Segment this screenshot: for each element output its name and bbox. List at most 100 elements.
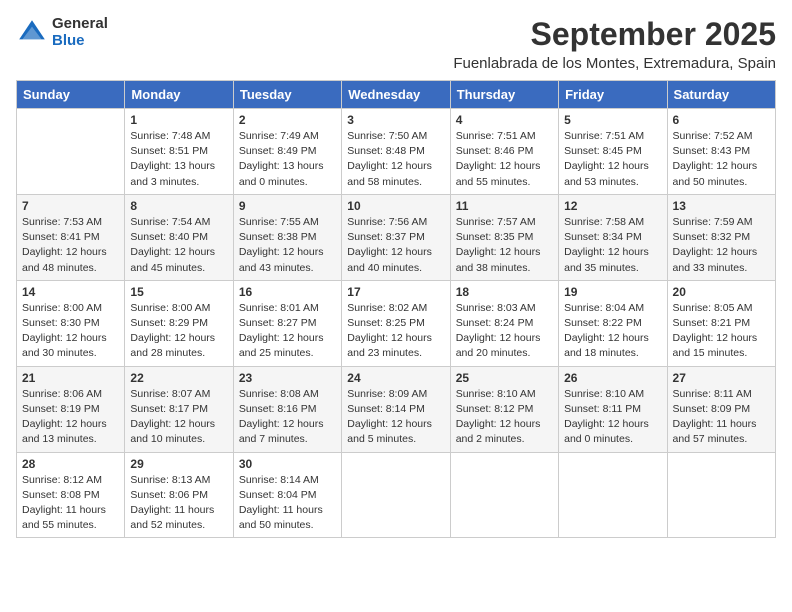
day-number: 9 bbox=[239, 199, 336, 213]
cell-content: Sunrise: 8:02 AMSunset: 8:25 PMDaylight:… bbox=[347, 301, 444, 362]
calendar-subtitle: Fuenlabrada de los Montes, Extremadura, … bbox=[453, 55, 776, 72]
calendar-cell bbox=[667, 452, 775, 538]
cell-content: Sunrise: 7:53 AMSunset: 8:41 PMDaylight:… bbox=[22, 215, 119, 276]
calendar-cell: 21Sunrise: 8:06 AMSunset: 8:19 PMDayligh… bbox=[17, 366, 125, 452]
logo-icon bbox=[16, 17, 48, 49]
day-number: 10 bbox=[347, 199, 444, 213]
calendar-cell: 12Sunrise: 7:58 AMSunset: 8:34 PMDayligh… bbox=[559, 194, 667, 280]
calendar-cell: 24 Sunrise: 8:09 AMSunset: 8:14 PMDayligh… bbox=[342, 366, 450, 452]
cell-content: Sunrise: 7:52 AMSunset: 8:43 PMDaylight:… bbox=[673, 129, 770, 190]
calendar-cell: 11 Sunrise: 7:57 AMSunset: 8:35 PMDayligh… bbox=[450, 194, 558, 280]
cell-content: Sunrise: 7:57 AMSunset: 8:35 PMDaylight:… bbox=[456, 215, 553, 276]
day-number: 17 bbox=[347, 285, 444, 299]
day-number: 12 bbox=[564, 199, 661, 213]
calendar-cell: 9 Sunrise: 7:55 AMSunset: 8:38 PMDaylight… bbox=[233, 194, 341, 280]
calendar-cell: 26Sunrise: 8:10 AMSunset: 8:11 PMDayligh… bbox=[559, 366, 667, 452]
calendar-cell: 30Sunrise: 8:14 AMSunset: 8:04 PMDayligh… bbox=[233, 452, 341, 538]
calendar-cell: 5 Sunrise: 7:51 AMSunset: 8:45 PMDaylight… bbox=[559, 109, 667, 195]
calendar-cell: 2 Sunrise: 7:49 AMSunset: 8:49 PMDaylight… bbox=[233, 109, 341, 195]
cell-content: Sunrise: 7:51 AMSunset: 8:45 PMDaylight:… bbox=[564, 129, 661, 190]
cell-content: Sunrise: 7:59 AMSunset: 8:32 PMDaylight:… bbox=[673, 215, 770, 276]
cell-content: Sunrise: 8:10 AMSunset: 8:11 PMDaylight:… bbox=[564, 387, 661, 448]
calendar-cell: 4 Sunrise: 7:51 AMSunset: 8:46 PMDaylight… bbox=[450, 109, 558, 195]
weekday-header: Sunday bbox=[17, 81, 125, 109]
calendar-cell: 16Sunrise: 8:01 AMSunset: 8:27 PMDayligh… bbox=[233, 280, 341, 366]
day-number: 30 bbox=[239, 457, 336, 471]
day-number: 7 bbox=[22, 199, 119, 213]
calendar-cell: 18 Sunrise: 8:03 AMSunset: 8:24 PMDayligh… bbox=[450, 280, 558, 366]
calendar-cell bbox=[450, 452, 558, 538]
cell-content: Sunrise: 7:50 AMSunset: 8:48 PMDaylight:… bbox=[347, 129, 444, 190]
cell-content: Sunrise: 8:08 AMSunset: 8:16 PMDaylight:… bbox=[239, 387, 336, 448]
weekday-header: Monday bbox=[125, 81, 233, 109]
calendar-cell: 15 Sunrise: 8:00 AMSunset: 8:29 PMDayligh… bbox=[125, 280, 233, 366]
cell-content: Sunrise: 7:51 AMSunset: 8:46 PMDaylight:… bbox=[456, 129, 553, 190]
calendar-cell: 8 Sunrise: 7:54 AMSunset: 8:40 PMDaylight… bbox=[125, 194, 233, 280]
cell-content: Sunrise: 8:00 AMSunset: 8:30 PMDaylight:… bbox=[22, 301, 119, 362]
weekday-header: Wednesday bbox=[342, 81, 450, 109]
calendar-cell bbox=[17, 109, 125, 195]
day-number: 13 bbox=[673, 199, 770, 213]
cell-content: Sunrise: 8:00 AMSunset: 8:29 PMDaylight:… bbox=[130, 301, 227, 362]
day-number: 11 bbox=[456, 199, 553, 213]
cell-content: Sunrise: 8:13 AMSunset: 8:06 PMDaylight:… bbox=[130, 473, 227, 534]
title-block: September 2025 Fuenlabrada de los Montes… bbox=[453, 16, 776, 72]
calendar-week-row: 28 Sunrise: 8:12 AMSunset: 8:08 PMDayligh… bbox=[17, 452, 776, 538]
logo: General Blue bbox=[16, 16, 108, 49]
cell-content: Sunrise: 8:04 AMSunset: 8:22 PMDaylight:… bbox=[564, 301, 661, 362]
day-number: 20 bbox=[673, 285, 770, 299]
day-number: 15 bbox=[130, 285, 227, 299]
weekday-header: Saturday bbox=[667, 81, 775, 109]
weekday-header: Thursday bbox=[450, 81, 558, 109]
day-number: 18 bbox=[456, 285, 553, 299]
day-number: 6 bbox=[673, 113, 770, 127]
calendar-cell: 1 Sunrise: 7:48 AMSunset: 8:51 PMDaylight… bbox=[125, 109, 233, 195]
calendar-cell: 23 Sunrise: 8:08 AMSunset: 8:16 PMDayligh… bbox=[233, 366, 341, 452]
calendar-cell: 22 Sunrise: 8:07 AMSunset: 8:17 PMDayligh… bbox=[125, 366, 233, 452]
logo-text: General Blue bbox=[52, 16, 108, 49]
cell-content: Sunrise: 7:48 AMSunset: 8:51 PMDaylight:… bbox=[130, 129, 227, 190]
calendar-cell: 17 Sunrise: 8:02 AMSunset: 8:25 PMDayligh… bbox=[342, 280, 450, 366]
cell-content: Sunrise: 8:03 AMSunset: 8:24 PMDaylight:… bbox=[456, 301, 553, 362]
cell-content: Sunrise: 8:05 AMSunset: 8:21 PMDaylight:… bbox=[673, 301, 770, 362]
day-number: 5 bbox=[564, 113, 661, 127]
logo-general-text: General bbox=[52, 16, 108, 33]
calendar-cell: 10Sunrise: 7:56 AMSunset: 8:37 PMDayligh… bbox=[342, 194, 450, 280]
cell-content: Sunrise: 8:09 AMSunset: 8:14 PMDaylight:… bbox=[347, 387, 444, 448]
calendar-header-row: SundayMondayTuesdayWednesdayThursdayFrid… bbox=[17, 81, 776, 109]
page-header: General Blue September 2025 Fuenlabrada … bbox=[16, 16, 776, 72]
cell-content: Sunrise: 7:49 AMSunset: 8:49 PMDaylight:… bbox=[239, 129, 336, 190]
day-number: 29 bbox=[130, 457, 227, 471]
cell-content: Sunrise: 8:10 AMSunset: 8:12 PMDaylight:… bbox=[456, 387, 553, 448]
day-number: 28 bbox=[22, 457, 119, 471]
calendar-cell bbox=[559, 452, 667, 538]
calendar-cell: 28 Sunrise: 8:12 AMSunset: 8:08 PMDayligh… bbox=[17, 452, 125, 538]
calendar-cell: 25Sunrise: 8:10 AMSunset: 8:12 PMDayligh… bbox=[450, 366, 558, 452]
cell-content: Sunrise: 7:55 AMSunset: 8:38 PMDaylight:… bbox=[239, 215, 336, 276]
calendar-cell: 13 Sunrise: 7:59 AMSunset: 8:32 PMDayligh… bbox=[667, 194, 775, 280]
calendar-week-row: 1 Sunrise: 7:48 AMSunset: 8:51 PMDaylight… bbox=[17, 109, 776, 195]
day-number: 1 bbox=[130, 113, 227, 127]
day-number: 27 bbox=[673, 371, 770, 385]
day-number: 24 bbox=[347, 371, 444, 385]
day-number: 4 bbox=[456, 113, 553, 127]
day-number: 19 bbox=[564, 285, 661, 299]
calendar-cell bbox=[342, 452, 450, 538]
day-number: 23 bbox=[239, 371, 336, 385]
day-number: 2 bbox=[239, 113, 336, 127]
calendar-week-row: 21Sunrise: 8:06 AMSunset: 8:19 PMDayligh… bbox=[17, 366, 776, 452]
calendar-cell: 19 Sunrise: 8:04 AMSunset: 8:22 PMDayligh… bbox=[559, 280, 667, 366]
cell-content: Sunrise: 8:12 AMSunset: 8:08 PMDaylight:… bbox=[22, 473, 119, 534]
cell-content: Sunrise: 8:06 AMSunset: 8:19 PMDaylight:… bbox=[22, 387, 119, 448]
day-number: 8 bbox=[130, 199, 227, 213]
day-number: 16 bbox=[239, 285, 336, 299]
day-number: 3 bbox=[347, 113, 444, 127]
day-number: 22 bbox=[130, 371, 227, 385]
calendar-cell: 14 Sunrise: 8:00 AMSunset: 8:30 PMDayligh… bbox=[17, 280, 125, 366]
calendar-cell: 3 Sunrise: 7:50 AMSunset: 8:48 PMDaylight… bbox=[342, 109, 450, 195]
calendar-cell: 29 Sunrise: 8:13 AMSunset: 8:06 PMDayligh… bbox=[125, 452, 233, 538]
calendar-week-row: 7 Sunrise: 7:53 AMSunset: 8:41 PMDaylight… bbox=[17, 194, 776, 280]
cell-content: Sunrise: 8:07 AMSunset: 8:17 PMDaylight:… bbox=[130, 387, 227, 448]
cell-content: Sunrise: 7:54 AMSunset: 8:40 PMDaylight:… bbox=[130, 215, 227, 276]
day-number: 14 bbox=[22, 285, 119, 299]
